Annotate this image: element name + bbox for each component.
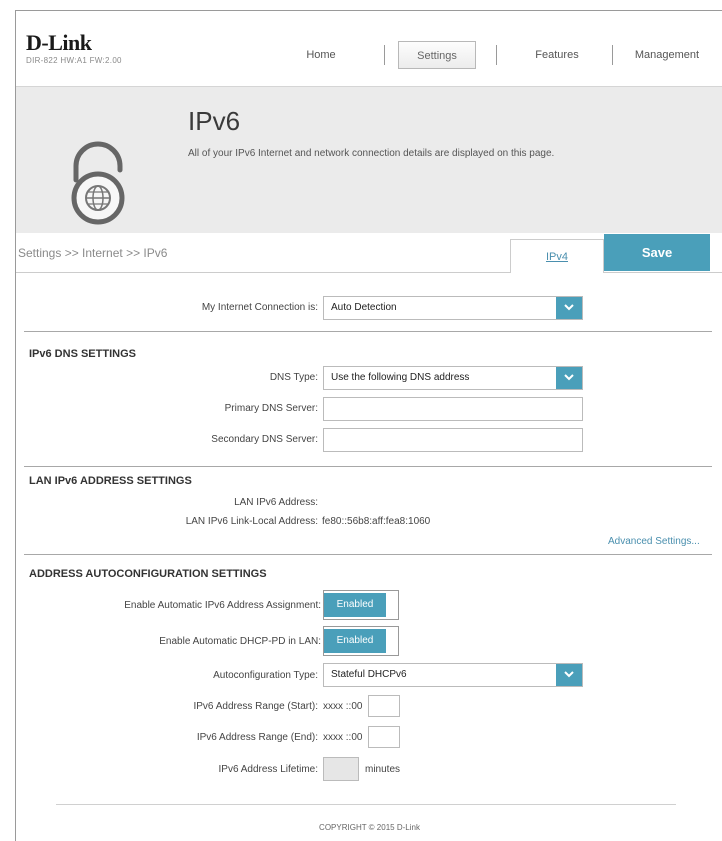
breadcrumb: Settings >> Internet >> IPv6: [18, 246, 168, 260]
dns-section-title: IPv6 DNS SETTINGS: [29, 348, 136, 360]
section-divider: [24, 554, 712, 555]
nav-separator: [612, 45, 613, 65]
dlink-logo: D-Link: [26, 30, 92, 55]
footer-divider: [56, 804, 676, 805]
autoconf-type-label: Autoconfiguration Type:: [213, 670, 318, 681]
auto-assign-toggle[interactable]: Enabled: [323, 590, 399, 620]
dns-type-select[interactable]: Use the following DNS address: [323, 366, 583, 390]
range-end-label: IPv6 Address Range (End):: [196, 732, 318, 743]
range-start-label: IPv6 Address Range (Start):: [193, 701, 318, 712]
link-local-label: LAN IPv6 Link-Local Address:: [185, 516, 318, 527]
autoconf-type-value: Stateful DHCPv6: [331, 669, 407, 680]
save-button[interactable]: Save: [604, 234, 710, 271]
lifetime-label: IPv6 Address Lifetime:: [218, 764, 319, 775]
section-divider: [24, 331, 712, 332]
autoconf-type-select[interactable]: Stateful DHCPv6: [323, 663, 583, 687]
nav-separator: [384, 45, 385, 65]
secondary-dns-input[interactable]: [323, 428, 583, 452]
brand: D-Link DIR-822 HW:A1 FW:2.00: [26, 30, 122, 66]
nav-settings[interactable]: Settings: [398, 41, 476, 69]
page-title: IPv6: [188, 106, 241, 136]
auto-assign-label: Enable Automatic IPv6 Address Assignment…: [124, 600, 321, 611]
lock-globe-icon: [64, 140, 134, 228]
page-frame: D-Link DIR-822 HW:A1 FW:2.00 Home Settin…: [15, 10, 722, 841]
lan-address-label: LAN IPv6 Address:: [234, 497, 318, 508]
autoconf-section-title: ADDRESS AUTOCONFIGURATION SETTINGS: [29, 568, 267, 580]
chevron-down-icon[interactable]: [556, 297, 582, 319]
dhcp-pd-label: Enable Automatic DHCP-PD in LAN:: [159, 636, 321, 647]
dns-type-label: DNS Type:: [269, 372, 318, 383]
breadcrumb-bar: Settings >> Internet >> IPv6 IPv4 Save: [16, 233, 722, 273]
range-end-prefix: xxxx ::00: [323, 732, 363, 743]
connection-value: Auto Detection: [331, 302, 397, 313]
secondary-dns-label: Secondary DNS Server:: [211, 434, 318, 445]
range-start-input[interactable]: [368, 695, 400, 717]
lifetime-unit: minutes: [365, 764, 401, 775]
ipv4-link[interactable]: IPv4: [510, 239, 604, 273]
nav-management[interactable]: Management: [622, 41, 712, 69]
toggle-enabled: Enabled: [324, 629, 386, 653]
primary-dns-input[interactable]: [323, 397, 583, 421]
connection-label: My Internet Connection is:: [201, 302, 318, 313]
nav-home[interactable]: Home: [276, 41, 366, 69]
top-nav: Home Settings Features Management: [276, 41, 716, 69]
nav-features[interactable]: Features: [512, 41, 602, 69]
dhcp-pd-toggle[interactable]: Enabled: [323, 626, 399, 656]
range-start-prefix: xxxx ::00: [323, 701, 363, 712]
device-info: DIR-822 HW:A1 FW:2.00: [26, 56, 122, 65]
range-end-input[interactable]: [368, 726, 400, 748]
advanced-settings-link[interactable]: Advanced Settings...: [608, 536, 700, 547]
dns-type-value: Use the following DNS address: [331, 372, 470, 383]
lan-section-title: LAN IPv6 ADDRESS SETTINGS: [29, 475, 192, 487]
chevron-down-icon[interactable]: [556, 367, 582, 389]
connection-select[interactable]: Auto Detection: [323, 296, 583, 320]
copyright: COPYRIGHT © 2015 D-Link: [319, 823, 420, 832]
section-divider: [24, 466, 712, 467]
hero-banner: IPv6 All of your IPv6 Internet and netwo…: [16, 86, 722, 233]
lifetime-input[interactable]: [323, 757, 359, 781]
chevron-down-icon[interactable]: [556, 664, 582, 686]
toggle-enabled: Enabled: [324, 593, 386, 617]
primary-dns-label: Primary DNS Server:: [224, 403, 318, 414]
link-local-value: fe80::56b8:aff:fea8:1060: [322, 516, 431, 527]
nav-separator: [496, 45, 497, 65]
page-description: All of your IPv6 Internet and network co…: [188, 148, 555, 159]
